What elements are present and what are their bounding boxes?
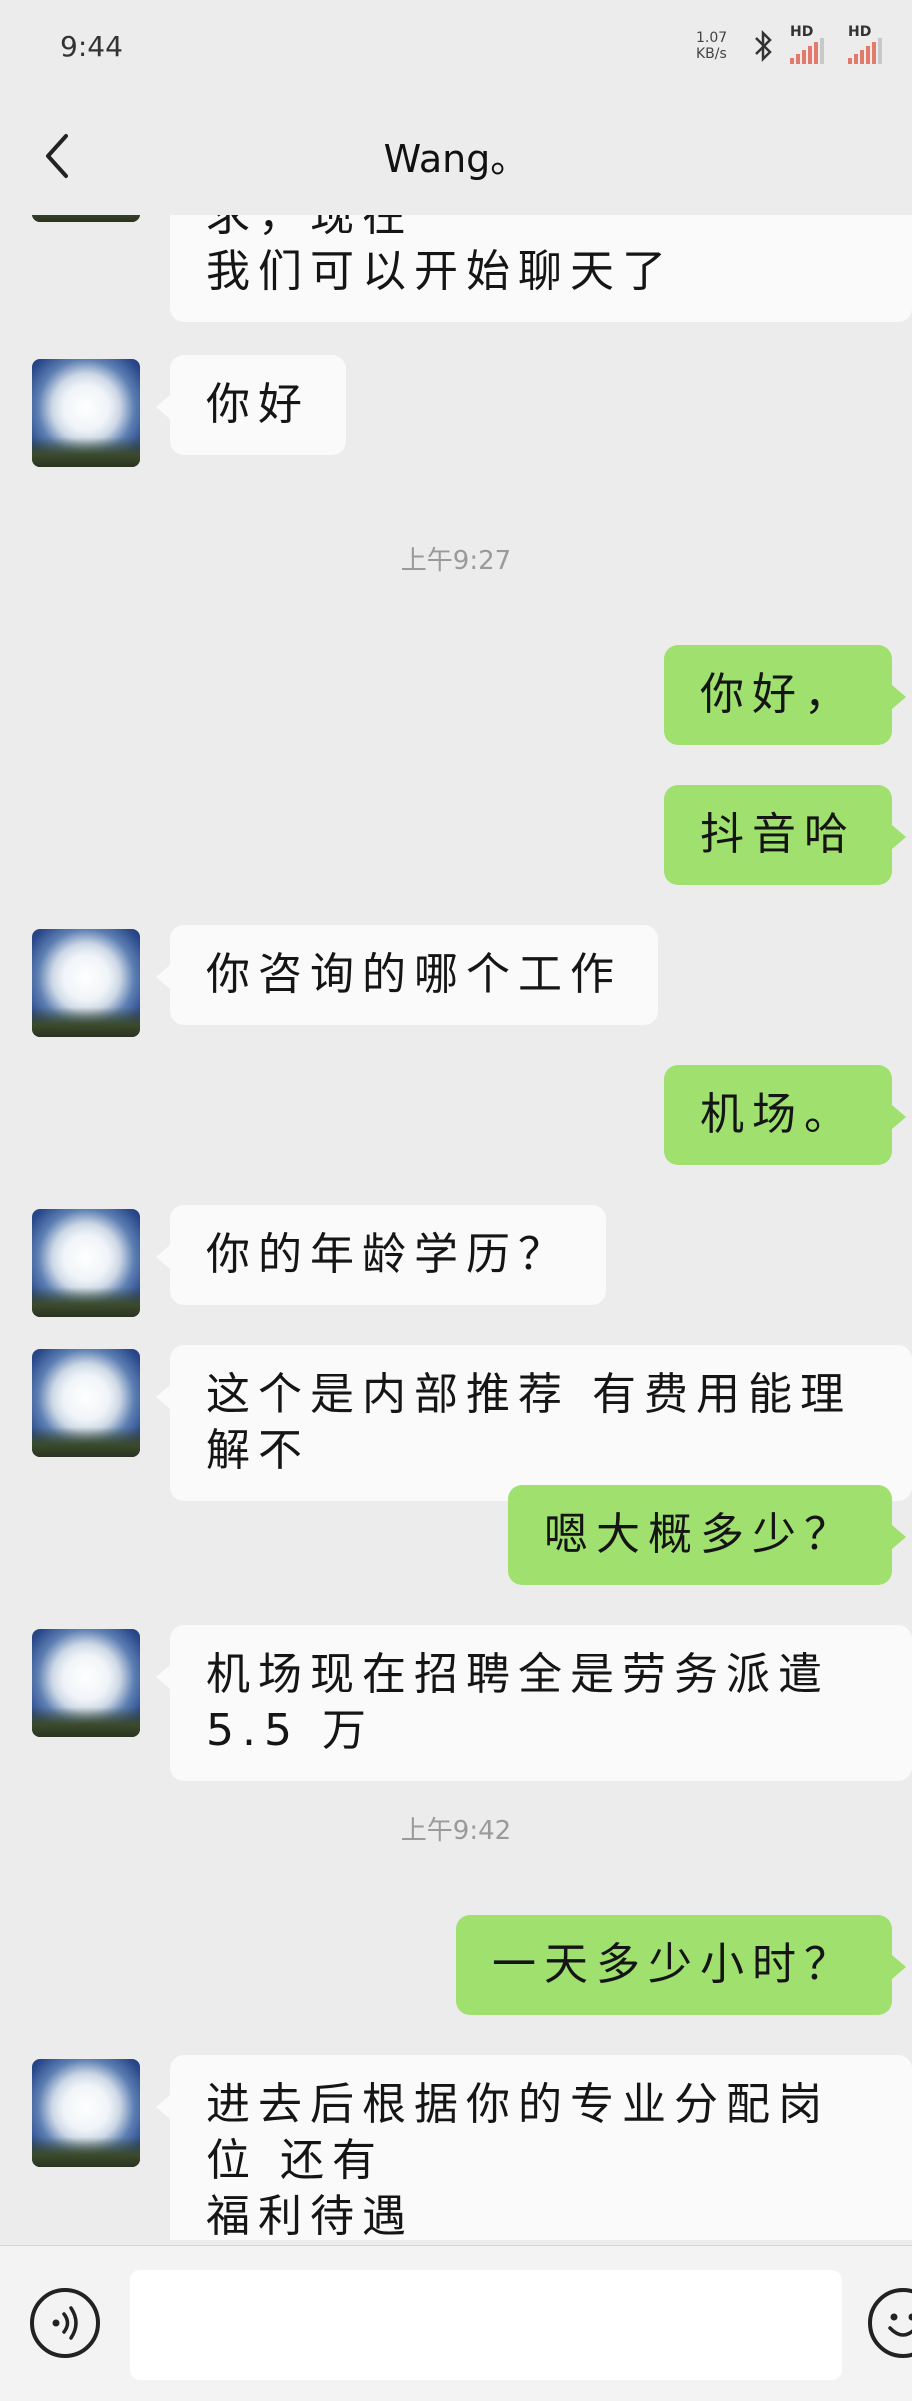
message-text: 你的年龄学历？ — [206, 1227, 570, 1283]
voice-icon[interactable] — [30, 2288, 100, 2358]
message-timestamp: 上午9:42 — [0, 1810, 912, 1847]
emoji-glyph — [872, 2292, 912, 2354]
signal-icon: HD — [790, 28, 834, 64]
status-icons: 1.07 KB/s HD HD — [696, 28, 892, 64]
message-bubble-received[interactable]: 机场现在招聘全是劳务派遣 5.5 万 — [170, 1625, 912, 1781]
message-text: 机场现在招聘全是劳务派遣 5.5 万 — [206, 1647, 876, 1759]
bluetooth-icon — [750, 28, 776, 64]
message-text: 嗯大概多少？ — [544, 1507, 856, 1563]
emoji-icon[interactable] — [868, 2288, 912, 2358]
avatar-ground — [32, 1707, 140, 1737]
message-bubble-sent[interactable]: 机场。 — [664, 1065, 892, 1165]
avatar[interactable] — [32, 1209, 140, 1317]
chat-header: Wang。 — [0, 90, 912, 220]
network-speed: 1.07 KB/s — [696, 30, 736, 62]
message-bubble-sent[interactable]: 一天多少小时？ — [456, 1915, 892, 2015]
message-text: 你咨询的哪个工作 — [206, 947, 622, 1003]
network-speed-value: 1.07 — [696, 30, 736, 46]
message-list[interactable]: 我通过了你的朋友验证请求，现在我们可以开始聊天了你好上午9:27你好，抖音哈你咨… — [0, 215, 912, 2240]
status-time: 9:44 — [60, 30, 123, 63]
message-text: 福利待遇 — [206, 2189, 876, 2240]
message-text: 抖音哈 — [700, 807, 856, 863]
status-bar: 9:44 1.07 KB/s HD HD — [0, 0, 912, 90]
message-bubble-sent[interactable]: 抖音哈 — [664, 785, 892, 885]
message-text: 进去后根据你的专业分配岗位 还有 — [206, 2077, 876, 2189]
avatar-ground — [32, 1007, 140, 1037]
message-timestamp: 上午9:27 — [0, 540, 912, 577]
message-input[interactable] — [130, 2270, 842, 2380]
avatar[interactable] — [32, 2059, 140, 2167]
input-bar — [0, 2245, 912, 2401]
avatar[interactable] — [32, 359, 140, 467]
message-bubble-received[interactable]: 你咨询的哪个工作 — [170, 925, 658, 1025]
avatar-ground — [32, 215, 140, 222]
message-bubble-received[interactable]: 进去后根据你的专业分配岗位 还有福利待遇 — [170, 2055, 912, 2240]
message-bubble-sent[interactable]: 嗯大概多少？ — [508, 1485, 892, 1585]
avatar[interactable] — [32, 929, 140, 1037]
message-text: 我们可以开始聊天了 — [206, 244, 876, 300]
avatar-ground — [32, 2137, 140, 2167]
message-text: 机场。 — [700, 1087, 856, 1143]
network-speed-unit: KB/s — [696, 46, 736, 62]
voice-glyph — [34, 2292, 96, 2354]
signal-icon: HD — [848, 28, 892, 64]
avatar[interactable] — [32, 1349, 140, 1457]
message-text: 我通过了你的朋友验证请求，现在 — [206, 215, 876, 244]
avatar[interactable] — [32, 215, 140, 222]
message-bubble-received[interactable]: 这个是内部推荐 有费用能理解不 — [170, 1345, 912, 1501]
avatar-ground — [32, 1287, 140, 1317]
avatar[interactable] — [32, 1629, 140, 1737]
message-text: 一天多少小时？ — [492, 1937, 856, 1993]
avatar-ground — [32, 1427, 140, 1457]
message-bubble-received[interactable]: 我通过了你的朋友验证请求，现在我们可以开始聊天了 — [170, 215, 912, 322]
message-text: 你好， — [700, 667, 856, 723]
message-text: 你好 — [206, 377, 310, 433]
message-bubble-sent[interactable]: 你好， — [664, 645, 892, 745]
avatar-ground — [32, 437, 140, 467]
message-text: 这个是内部推荐 有费用能理解不 — [206, 1367, 876, 1479]
page-title: Wang。 — [0, 128, 912, 183]
message-bubble-received[interactable]: 你好 — [170, 355, 346, 455]
message-bubble-received[interactable]: 你的年龄学历？ — [170, 1205, 606, 1305]
